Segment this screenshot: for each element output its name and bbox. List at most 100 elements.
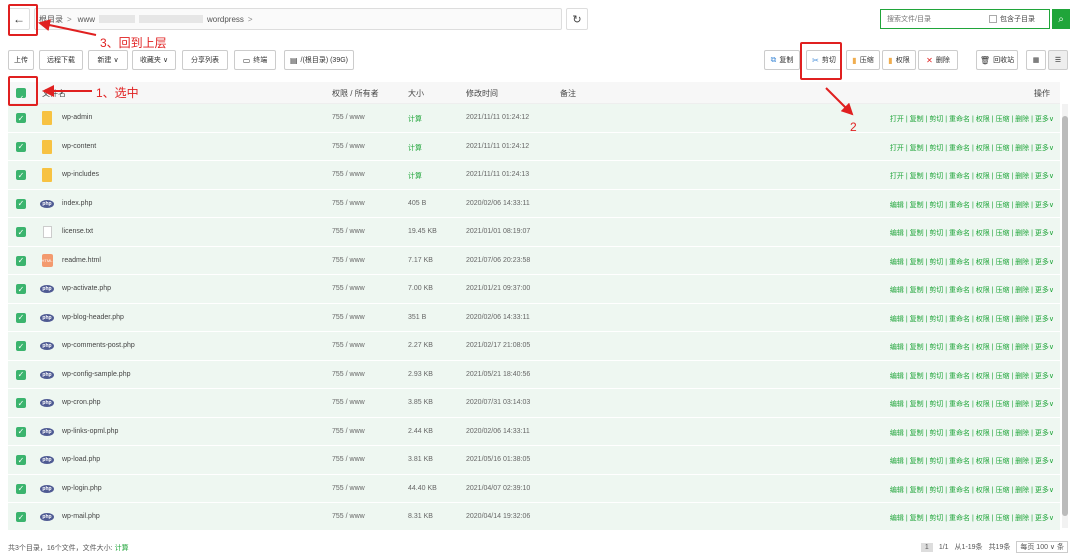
terminal-button[interactable]: ▭ 终端 xyxy=(234,50,276,70)
delete-button[interactable]: ✕ 删除 xyxy=(918,50,958,70)
file-name[interactable]: wp-links-opml.php xyxy=(62,428,118,435)
table-row[interactable]: ✓ php wp-activate.php 755 / www 7.00 KB 2021/… xyxy=(8,275,1060,304)
table-row[interactable]: ✓ php wp-mail.php 755 / www 8.31 KB 2020/04/1… xyxy=(8,503,1060,530)
file-permission[interactable]: 755 / www xyxy=(332,342,365,349)
row-checkbox[interactable]: ✓ xyxy=(16,113,26,123)
search-button[interactable]: ⌕ xyxy=(1052,9,1070,29)
row-checkbox[interactable]: ✓ xyxy=(16,255,26,266)
breadcrumb-www[interactable]: www xyxy=(78,15,95,24)
file-size[interactable]: 计算 xyxy=(408,171,422,181)
row-checkbox[interactable]: ✓ xyxy=(16,312,26,323)
file-name[interactable]: readme.html xyxy=(62,257,101,264)
refresh-button[interactable]: ↻ xyxy=(566,8,588,30)
row-actions[interactable]: 编辑 | 复制 | 剪切 | 重命名 | 权限 | 压缩 | 删除 | 更多∨ xyxy=(890,200,1054,210)
file-permission[interactable]: 755 / www xyxy=(332,513,365,520)
row-actions[interactable]: 编辑 | 复制 | 剪切 | 重命名 | 权限 | 压缩 | 删除 | 更多∨ xyxy=(890,371,1054,381)
disk-button[interactable]: ▤/(根目录) (39G) xyxy=(284,50,354,70)
row-actions[interactable]: 打开 | 复制 | 剪切 | 重命名 | 权限 | 压缩 | 删除 | 更多∨ xyxy=(890,171,1054,181)
file-permission[interactable]: 755 / www xyxy=(332,257,365,264)
file-permission[interactable]: 755 / www xyxy=(332,399,365,406)
file-name[interactable]: wp-blog-header.php xyxy=(62,314,124,321)
row-actions[interactable]: 打开 | 复制 | 剪切 | 重命名 | 权限 | 压缩 | 删除 | 更多∨ xyxy=(890,114,1054,124)
file-permission[interactable]: 755 / www xyxy=(332,200,365,207)
row-checkbox[interactable]: ✓ xyxy=(16,455,26,465)
row-checkbox[interactable]: ✓ xyxy=(16,141,26,152)
header-name[interactable]: 文件名 xyxy=(42,88,66,99)
breadcrumb-root[interactable]: 根目录 xyxy=(39,14,63,25)
row-checkbox[interactable]: ✓ xyxy=(16,227,26,237)
row-actions[interactable]: 编辑 | 复制 | 剪切 | 重命名 | 权限 | 压缩 | 删除 | 更多∨ xyxy=(890,485,1054,495)
file-permission[interactable]: 755 / www xyxy=(332,371,365,378)
file-name[interactable]: wp-activate.php xyxy=(62,285,111,292)
row-actions[interactable]: 编辑 | 复制 | 剪切 | 重命名 | 权限 | 压缩 | 删除 | 更多∨ xyxy=(890,342,1054,352)
row-actions[interactable]: 编辑 | 复制 | 剪切 | 重命名 | 权限 | 压缩 | 删除 | 更多∨ xyxy=(890,285,1054,295)
row-checkbox[interactable]: ✓ xyxy=(16,369,26,380)
row-actions[interactable]: 编辑 | 复制 | 剪切 | 重命名 | 权限 | 压缩 | 删除 | 更多∨ xyxy=(890,513,1054,523)
file-name[interactable]: wp-config-sample.php xyxy=(62,371,130,378)
favorites-dropdown[interactable]: 收藏夹 ∨ xyxy=(132,50,176,70)
file-name[interactable]: wp-admin xyxy=(62,114,92,121)
summary-calc-link[interactable]: 计算 xyxy=(115,545,129,552)
per-page-select[interactable]: 每页 100 ∨ 条 xyxy=(1016,541,1068,553)
row-actions[interactable]: 编辑 | 复制 | 剪切 | 重命名 | 权限 | 压缩 | 删除 | 更多∨ xyxy=(890,257,1054,267)
row-actions[interactable]: 编辑 | 复制 | 剪切 | 重命名 | 权限 | 压缩 | 删除 | 更多∨ xyxy=(890,456,1054,466)
file-permission[interactable]: 755 / www xyxy=(332,456,365,463)
row-actions[interactable]: 编辑 | 复制 | 剪切 | 重命名 | 权限 | 压缩 | 删除 | 更多∨ xyxy=(890,228,1054,238)
file-name[interactable]: wp-comments-post.php xyxy=(62,342,135,349)
copy-button[interactable]: ⧉ 复制 xyxy=(764,50,800,70)
file-permission[interactable]: 755 / www xyxy=(332,114,365,121)
file-name[interactable]: license.txt xyxy=(62,228,93,235)
grid-view-button[interactable]: ▦ xyxy=(1026,50,1046,70)
file-name[interactable]: wp-login.php xyxy=(62,485,102,492)
file-name[interactable]: index.php xyxy=(62,200,92,207)
share-list-button[interactable]: 分享列表 xyxy=(182,50,228,70)
table-row[interactable]: ✓ php wp-login.php 755 / www 44.40 KB 2021/04… xyxy=(8,474,1060,503)
row-checkbox[interactable]: ✓ xyxy=(16,284,26,294)
header-mtime[interactable]: 修改时间 xyxy=(466,88,498,99)
row-actions[interactable]: 编辑 | 复制 | 剪切 | 重命名 | 权限 | 压缩 | 删除 | 更多∨ xyxy=(890,399,1054,409)
file-name[interactable]: wp-load.php xyxy=(62,456,100,463)
scrollbar-thumb[interactable] xyxy=(1062,116,1068,516)
file-permission[interactable]: 755 / www xyxy=(332,428,365,435)
table-row[interactable]: ✓ php wp-links-opml.php 755 / www 2.44 KB 202… xyxy=(8,417,1060,446)
header-size[interactable]: 大小 xyxy=(408,88,424,99)
file-name[interactable]: wp-mail.php xyxy=(62,513,100,520)
page-current[interactable]: 1 xyxy=(920,542,933,552)
table-row[interactable]: ✓ php wp-comments-post.php 755 / www 2.27 KB… xyxy=(8,332,1060,361)
row-actions[interactable]: 编辑 | 复制 | 剪切 | 重命名 | 权限 | 压缩 | 删除 | 更多∨ xyxy=(890,428,1054,438)
include-subdir-checkbox[interactable]: 包含子目录 xyxy=(989,14,1035,24)
table-row[interactable]: ✓ php wp-config-sample.php 755 / www 2.93 KB… xyxy=(8,360,1060,389)
row-checkbox[interactable]: ✓ xyxy=(16,341,26,351)
table-row[interactable]: ✓ wp-admin 755 / www 计算 2021/11/11 01:24:12 打… xyxy=(8,104,1060,133)
file-name[interactable]: wp-includes xyxy=(62,171,99,178)
list-view-button[interactable]: ☰ xyxy=(1048,50,1068,70)
file-permission[interactable]: 755 / www xyxy=(332,228,365,235)
breadcrumb-wordpress[interactable]: wordpress xyxy=(207,15,244,24)
file-name[interactable]: wp-cron.php xyxy=(62,399,101,406)
search-input[interactable] xyxy=(881,11,981,27)
scrollbar[interactable] xyxy=(1062,104,1068,528)
row-checkbox[interactable]: ✓ xyxy=(16,483,26,494)
file-permission[interactable]: 755 / www xyxy=(332,285,365,292)
remote-download-button[interactable]: 远程下载 xyxy=(39,50,83,70)
table-row[interactable]: ✓ php wp-blog-header.php 755 / www 351 B 2020… xyxy=(8,303,1060,332)
recycle-bin-button[interactable]: 🗑 回收站 xyxy=(976,50,1018,70)
breadcrumb[interactable]: 根目录 > www wordpress > xyxy=(34,8,562,30)
row-checkbox[interactable]: ✓ xyxy=(16,398,26,408)
file-name[interactable]: wp-content xyxy=(62,143,96,150)
file-permission[interactable]: 755 / www xyxy=(332,485,365,492)
permission-button[interactable]: ▮ 权限 xyxy=(882,50,916,70)
table-row[interactable]: ✓ php wp-load.php 755 / www 3.81 KB 2021/05/1… xyxy=(8,446,1060,475)
file-size[interactable]: 计算 xyxy=(408,114,422,124)
table-row[interactable]: ✓ php index.php 755 / www 405 B 2020/02/06 14… xyxy=(8,189,1060,218)
table-row[interactable]: ✓ wp-includes 755 / www 计算 2021/11/11 01:24:… xyxy=(8,161,1060,190)
header-perm[interactable]: 权限 / 所有者 xyxy=(332,88,379,99)
file-permission[interactable]: 755 / www xyxy=(332,143,365,150)
table-row[interactable]: ✓ php wp-cron.php 755 / www 3.85 KB 2020/07/3… xyxy=(8,389,1060,418)
row-checkbox[interactable]: ✓ xyxy=(16,426,26,437)
row-actions[interactable]: 编辑 | 复制 | 剪切 | 重命名 | 权限 | 压缩 | 删除 | 更多∨ xyxy=(890,314,1054,324)
table-row[interactable]: ✓ wp-content 755 / www 计算 2021/11/11 01:24:1… xyxy=(8,132,1060,161)
row-checkbox[interactable]: ✓ xyxy=(16,170,26,180)
compress-button[interactable]: ▮ 压缩 xyxy=(846,50,880,70)
new-dropdown[interactable]: 新建 ∨ xyxy=(88,50,128,70)
